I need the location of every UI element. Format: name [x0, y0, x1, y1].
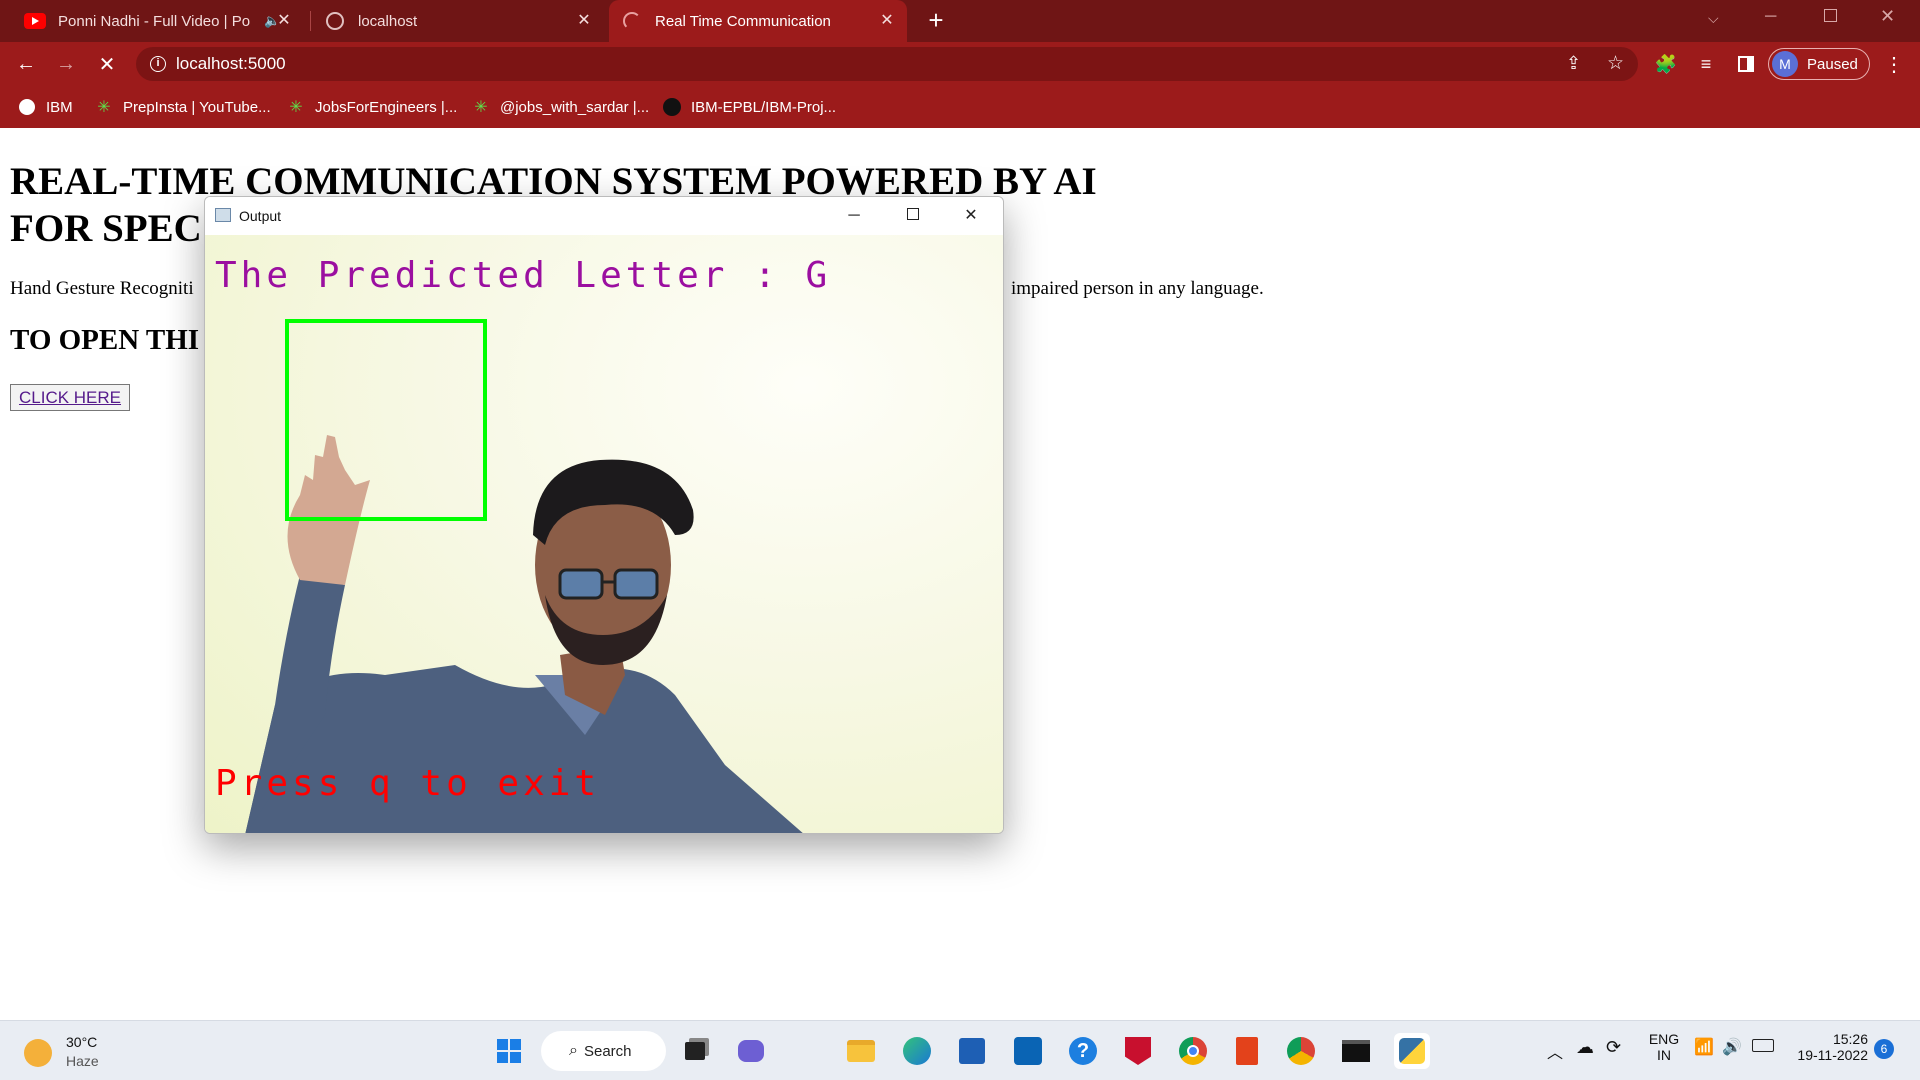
taskbar-search[interactable]: ⌕ Search: [541, 1031, 666, 1071]
tab-search-chevron-icon[interactable]: ⌵: [1708, 10, 1719, 27]
language-indicator[interactable]: ENG IN: [1644, 1031, 1684, 1063]
tab-separator: [310, 11, 311, 31]
sun-haze-icon: [24, 1039, 52, 1067]
extensions-puzzle-icon[interactable]: 🧩: [1650, 48, 1682, 80]
bookmark-ibm-epbl[interactable]: IBM-EPBL/IBM-Proj...: [663, 96, 836, 118]
output-titlebar[interactable]: Output ─ ✕: [205, 197, 1003, 235]
notification-badge[interactable]: 6: [1874, 1039, 1894, 1059]
tab-real-time-communication[interactable]: Real Time Communication ✕: [609, 0, 907, 42]
volume-icon[interactable]: 🔊: [1722, 1037, 1742, 1057]
predicted-letter-text: The Predicted Letter : G: [215, 255, 832, 296]
search-icon: ⌕: [569, 1042, 578, 1059]
back-arrow-icon[interactable]: ←: [10, 48, 42, 80]
office-icon[interactable]: [1229, 1033, 1265, 1069]
url-text[interactable]: localhost:5000: [176, 54, 286, 74]
kebab-menu-icon[interactable]: ⋮: [1878, 48, 1910, 80]
youtube-icon: [24, 13, 46, 29]
profile-button[interactable]: M Paused: [1768, 48, 1870, 80]
bookmarks-bar: IBM ✳ PrepInsta | YouTube... ✳ JobsForEn…: [0, 86, 1920, 128]
weather-temp: 30°C: [66, 1034, 98, 1050]
tab-title: Real Time Communication: [655, 12, 831, 30]
windows-start-icon[interactable]: [491, 1033, 527, 1069]
output-window[interactable]: Output ─ ✕ The Predicted Letter: G Pres…: [204, 196, 1004, 834]
info-icon[interactable]: i: [150, 56, 166, 72]
task-view-icon[interactable]: [677, 1033, 713, 1069]
profile-status: Paused: [1807, 55, 1858, 73]
tab-localhost[interactable]: localhost ✕: [314, 0, 604, 42]
bookmark-prepinsta[interactable]: ✳ PrepInsta | YouTube...: [95, 96, 270, 118]
terminal-icon[interactable]: [1338, 1033, 1374, 1069]
forward-arrow-icon[interactable]: →: [50, 48, 82, 80]
description-left: Hand Gesture Recogniti: [10, 278, 194, 299]
bookmark-ibm[interactable]: IBM: [18, 96, 73, 118]
weather-desc: Haze: [66, 1053, 99, 1069]
clock[interactable]: 15:26 19-11-2022: [1790, 1031, 1868, 1063]
tab-title: localhost: [358, 12, 418, 30]
media-queue-icon[interactable]: ≡: [1690, 48, 1722, 80]
python-icon[interactable]: [1394, 1033, 1430, 1069]
bookmark-jobs-with-sardar[interactable]: ✳ @jobs_with_sardar |...: [472, 96, 649, 118]
file-explorer-icon[interactable]: [843, 1033, 879, 1069]
app-icon[interactable]: [1010, 1033, 1046, 1069]
bookmark-jobsforengineers[interactable]: ✳ JobsForEngineers |...: [287, 96, 457, 118]
webcam-scene: [245, 319, 803, 833]
window-app-icon: [215, 208, 231, 222]
windows-taskbar: 30°C Haze ⌕ Search ? ︿ ☁ ⟳ ENG IN 📶 🔊 15…: [0, 1020, 1920, 1080]
chrome-profile-icon[interactable]: [1283, 1033, 1319, 1069]
close-tab-icon[interactable]: ✕: [574, 11, 594, 31]
tab-strip: Ponni Nadhi - Full Video | Po 🔈 ✕ localh…: [0, 0, 1920, 42]
github-icon: [663, 98, 681, 116]
close-window-icon[interactable]: ✕: [1880, 6, 1895, 27]
maximize-icon[interactable]: [902, 205, 924, 227]
asterisk-icon: ✳: [474, 99, 488, 116]
globe-icon: [18, 98, 36, 116]
click-here-button[interactable]: CLICK HERE: [10, 384, 130, 411]
weather-widget[interactable]: 30°C Haze: [24, 1033, 114, 1073]
side-panel-icon[interactable]: [1730, 48, 1762, 80]
stop-loading-icon[interactable]: ✕: [91, 48, 123, 80]
edge-icon[interactable]: [899, 1033, 935, 1069]
loading-spinner-icon: [623, 12, 641, 30]
webcam-feed: The Predicted Letter : G Press q to exit: [205, 235, 1003, 833]
address-bar[interactable]: i localhost:5000 ⇪ ☆: [136, 47, 1638, 81]
bookmark-star-icon[interactable]: ☆: [1607, 52, 1624, 75]
avatar: M: [1772, 51, 1798, 77]
close-tab-icon[interactable]: ✕: [877, 11, 897, 31]
exit-instruction-text: Press q to exit: [215, 763, 601, 804]
browser-toolbar: ← → ✕ i localhost:5000 ⇪ ☆ 🧩 ≡ M Paused …: [0, 42, 1920, 86]
chevron-up-icon[interactable]: ︿: [1547, 1039, 1563, 1063]
help-icon[interactable]: ?: [1065, 1033, 1101, 1069]
battery-icon[interactable]: [1752, 1039, 1774, 1052]
globe-icon: [326, 12, 344, 30]
share-icon[interactable]: ⇪: [1566, 53, 1581, 74]
sync-icon[interactable]: ⟳: [1606, 1037, 1621, 1058]
tab-title: Ponni Nadhi - Full Video | Po: [58, 12, 251, 30]
output-window-title: Output: [239, 208, 282, 224]
close-tab-icon[interactable]: ✕: [274, 11, 294, 31]
close-icon[interactable]: ✕: [960, 205, 982, 227]
minimize-window-icon[interactable]: ─: [1765, 8, 1776, 26]
teams-chat-icon[interactable]: [733, 1033, 769, 1069]
restore-window-icon[interactable]: [1824, 9, 1837, 22]
minimize-icon[interactable]: ─: [843, 205, 865, 227]
time: 15:26: [1832, 1031, 1868, 1047]
wifi-icon[interactable]: 📶: [1694, 1037, 1714, 1057]
tab-youtube[interactable]: Ponni Nadhi - Full Video | Po 🔈 ✕: [14, 0, 304, 42]
section-heading: TO OPEN THI: [10, 324, 200, 356]
mcafee-icon[interactable]: [1120, 1033, 1156, 1069]
asterisk-icon: ✳: [289, 99, 303, 116]
microsoft-store-icon[interactable]: [954, 1033, 990, 1069]
chrome-icon[interactable]: [1175, 1033, 1211, 1069]
description-right: impaired person in any language.: [1011, 278, 1264, 299]
asterisk-icon: ✳: [97, 99, 111, 116]
onedrive-cloud-icon[interactable]: ☁: [1576, 1037, 1594, 1058]
date: 19-11-2022: [1797, 1047, 1868, 1063]
new-tab-button[interactable]: +: [922, 6, 950, 34]
